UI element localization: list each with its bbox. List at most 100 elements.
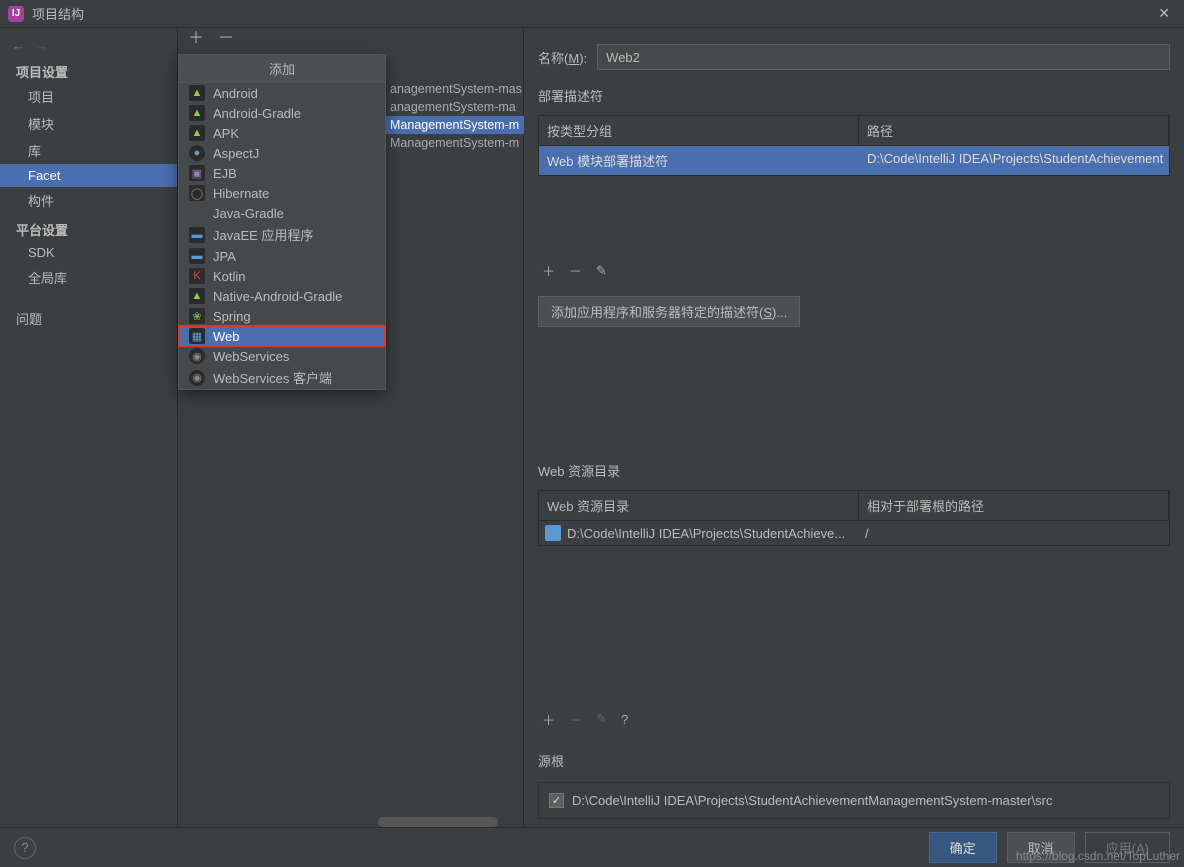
nav-back-icon[interactable]: ← [12, 38, 25, 53]
name-label: 名称(M): [538, 48, 587, 67]
module-row[interactable]: ManagementSystem-m [384, 116, 524, 134]
module-row[interactable]: anagementSystem-mas [384, 80, 524, 98]
res-header-dir[interactable]: Web 资源目录 [539, 491, 859, 521]
popup-item-label: Android-Gradle [213, 106, 301, 121]
popup-item-webservices[interactable]: ◉ WebServices [179, 346, 385, 366]
res-cell-relpath: / [865, 526, 869, 541]
facet-detail-panel: 名称(M): 部署描述符 按类型分组 路径 Web 模块部署描述符 D:\Cod… [524, 28, 1184, 827]
module-row[interactable]: anagementSystem-ma [384, 98, 524, 116]
popup-item-label: Android [213, 86, 258, 101]
res-remove-icon: － [569, 710, 582, 729]
sidebar-item-project[interactable]: 项目 [0, 83, 177, 110]
module-row[interactable]: ManagementSystem-m [384, 134, 524, 152]
window-title: 项目结构 [32, 4, 1152, 23]
popup-item-java-gradle[interactable]: Java-Gradle [179, 203, 385, 223]
popup-item-label: JPA [213, 249, 236, 264]
popup-item-native-android-gradle[interactable]: ▲ Native-Android-Gradle [179, 286, 385, 306]
apk-icon: ▲ [189, 125, 205, 141]
src-path: D:\Code\IntelliJ IDEA\Projects\StudentAc… [572, 793, 1052, 808]
facet-name-input[interactable] [597, 44, 1170, 70]
deploy-remove-icon[interactable]: － [569, 261, 582, 280]
aspectj-icon: ● [189, 145, 205, 161]
android-icon: ▲ [189, 288, 205, 304]
src-checkbox[interactable]: ✓ [549, 793, 564, 808]
popup-item-kotlin[interactable]: K Kotlin [179, 266, 385, 286]
sidebar-item-modules[interactable]: 模块 [0, 110, 177, 137]
res-add-icon[interactable]: ＋ [542, 710, 555, 729]
sidebar-item-facet[interactable]: Facet [0, 164, 177, 187]
module-list: anagementSystem-mas anagementSystem-ma M… [384, 80, 524, 152]
deploy-edit-icon[interactable]: ✎ [596, 263, 607, 279]
popup-item-webservices-[interactable]: ◉WebServices 客户端 [179, 366, 385, 389]
app-icon: IJ [8, 6, 24, 22]
help-button[interactable]: ? [14, 837, 36, 859]
res-section-title: Web 资源目录 [538, 461, 1170, 480]
popup-item-label: Java-Gradle [213, 206, 284, 221]
deploy-header-type[interactable]: 按类型分组 [539, 116, 859, 146]
res-row[interactable]: D:\Code\IntelliJ IDEA\Projects\StudentAc… [539, 521, 1169, 545]
popup-item-label: Native-Android-Gradle [213, 289, 342, 304]
popup-item-label: WebServices 客户端 [213, 368, 332, 387]
web-icon: ▦ [189, 328, 205, 344]
folder-icon [545, 525, 561, 541]
popup-item-label: APK [213, 126, 239, 141]
deploy-cell-path: D:\Code\IntelliJ IDEA\Projects\StudentAc… [859, 146, 1169, 175]
deploy-header-path[interactable]: 路径 [859, 116, 1169, 146]
sidebar-item-artifacts[interactable]: 构件 [0, 187, 177, 214]
deploy-section-title: 部署描述符 [538, 86, 1170, 105]
popup-item-label: Spring [213, 309, 251, 324]
src-section-title: 源根 [538, 751, 1170, 770]
deploy-cell-type: Web 模块部署描述符 [539, 146, 859, 175]
res-edit-icon: ✎ [596, 711, 607, 727]
remove-facet-icon[interactable]: － [218, 31, 234, 47]
android-icon: ▲ [189, 85, 205, 101]
sidebar: ← → 项目设置 项目 模块 库 Facet 构件 平台设置 SDK 全局库 问… [0, 28, 178, 827]
watermark: https://blog.csdn.net/TopLuther [1016, 849, 1180, 863]
sidebar-item-libraries[interactable]: 库 [0, 137, 177, 164]
popup-title: 添加 [179, 55, 385, 83]
src-root-row[interactable]: ✓ D:\Code\IntelliJ IDEA\Projects\Student… [549, 793, 1159, 808]
popup-item-android[interactable]: ▲ Android [179, 83, 385, 103]
res-cell-dir: D:\Code\IntelliJ IDEA\Projects\StudentAc… [567, 526, 859, 541]
popup-item-android-gradle[interactable]: ▲Android-Gradle [179, 103, 385, 123]
popup-item-javaee-[interactable]: ▬ JavaEE 应用程序 [179, 223, 385, 246]
add-facet-popup: 添加 ▲Android▲Android-Gradle▲APK●AspectJ▣E… [178, 54, 386, 390]
sidebar-section-platform: 平台设置 [0, 214, 177, 241]
res-header-relpath[interactable]: 相对于部署根的路径 [859, 491, 1169, 521]
res-table: Web 资源目录 相对于部署根的路径 D:\Code\IntelliJ IDEA… [538, 490, 1170, 546]
popup-item-label: Kotlin [213, 269, 246, 284]
sidebar-item-issues[interactable]: 问题 [0, 305, 177, 332]
popup-item-label: Hibernate [213, 186, 269, 201]
close-icon[interactable]: ✕ [1152, 5, 1176, 22]
add-descriptor-button[interactable]: 添加应用程序和服务器特定的描述符(S)... [538, 296, 800, 327]
popup-item-aspectj[interactable]: ● AspectJ [179, 143, 385, 163]
popup-item-label: AspectJ [213, 146, 259, 161]
ejb-icon: ▣ [189, 165, 205, 181]
popup-item-label: EJB [213, 166, 237, 181]
deploy-row[interactable]: Web 模块部署描述符 D:\Code\IntelliJ IDEA\Projec… [539, 146, 1169, 175]
popup-item-ejb[interactable]: ▣ EJB [179, 163, 385, 183]
ws-icon: ◉ [189, 348, 205, 364]
deploy-table: 按类型分组 路径 Web 模块部署描述符 D:\Code\IntelliJ ID… [538, 115, 1170, 176]
horizontal-scrollbar[interactable] [378, 817, 498, 827]
sidebar-section-project: 项目设置 [0, 56, 177, 83]
javaee-icon: ▬ [189, 227, 205, 243]
add-facet-icon[interactable]: ＋ [188, 31, 204, 47]
nav-forward-icon[interactable]: → [35, 38, 48, 53]
popup-item-apk[interactable]: ▲ APK [179, 123, 385, 143]
popup-item-label: WebServices [213, 349, 289, 364]
sidebar-item-global-libs[interactable]: 全局库 [0, 264, 177, 291]
spring-icon: ❀ [189, 308, 205, 324]
deploy-add-icon[interactable]: ＋ [542, 261, 555, 280]
sidebar-item-sdk[interactable]: SDK [0, 241, 177, 264]
popup-item-web[interactable]: ▦Web [179, 326, 385, 346]
src-panel: ✓ D:\Code\IntelliJ IDEA\Projects\Student… [538, 782, 1170, 819]
popup-item-label: JavaEE 应用程序 [213, 225, 313, 244]
res-help-icon[interactable]: ? [621, 712, 628, 727]
hib-icon: ◯ [189, 185, 205, 201]
ok-button[interactable]: 确定 [929, 832, 997, 863]
popup-item-spring[interactable]: ❀ Spring [179, 306, 385, 326]
kotlin-icon: K [189, 268, 205, 284]
popup-item-jpa[interactable]: ▬JPA [179, 246, 385, 266]
popup-item-hibernate[interactable]: ◯ Hibernate [179, 183, 385, 203]
